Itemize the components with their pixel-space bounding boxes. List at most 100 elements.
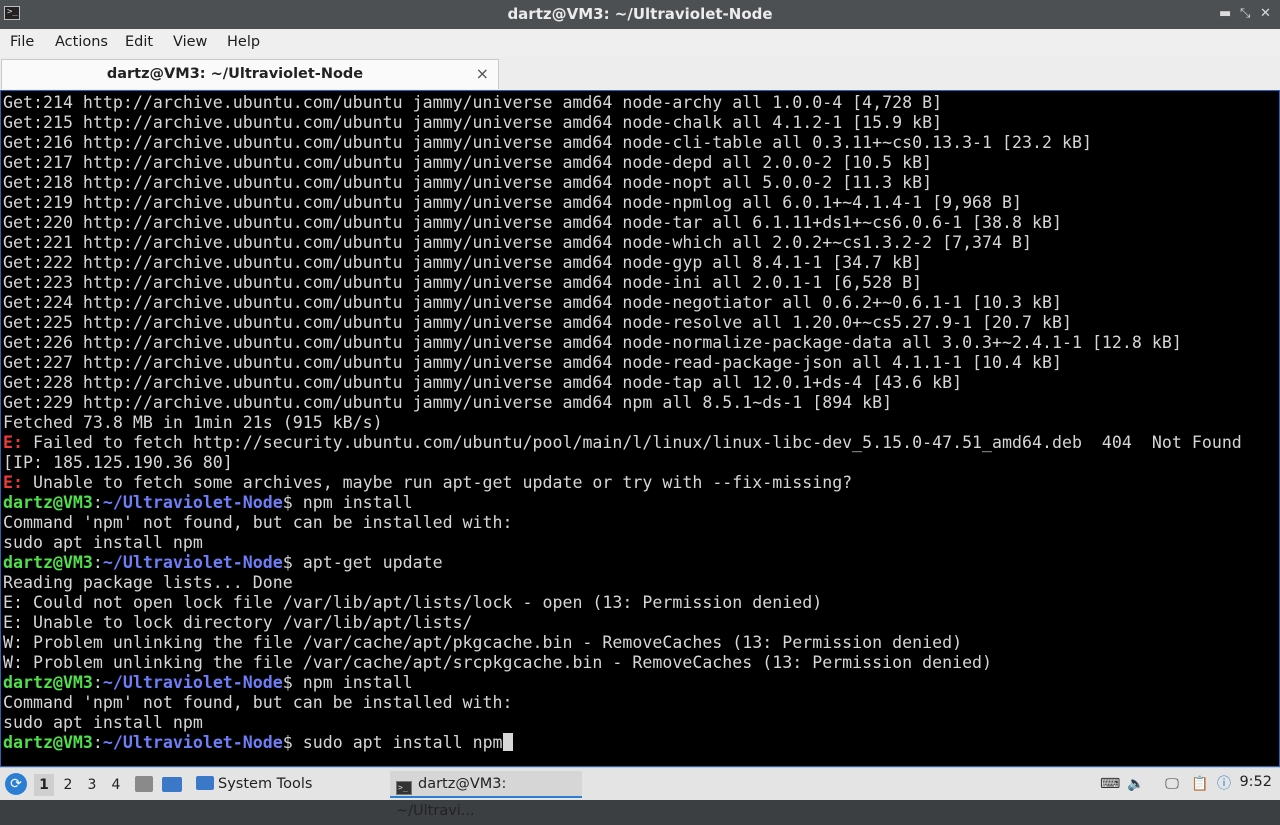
menu-view[interactable]: View (173, 34, 207, 50)
line-text: Get:223 http://archive.ubuntu.com/ubuntu… (3, 273, 923, 292)
terminal-line: Get:225 http://archive.ubuntu.com/ubuntu… (3, 313, 1242, 333)
window-titlebar[interactable]: >_ dartz@VM3: ~/Ultraviolet-Node ▬ ⤡ ✕ (0, 0, 1280, 29)
clipboard-icon[interactable]: 📋 (1191, 776, 1208, 792)
prompt-user: dartz@VM3 (3, 493, 93, 512)
terminal-line: Command 'npm' not found, but can be inst… (3, 513, 1242, 533)
prompt-symbol: $ (282, 493, 293, 512)
line-text: [IP: 185.125.190.36 80] (3, 453, 233, 472)
keyboard-icon[interactable]: ⌨ (1100, 776, 1120, 792)
start-menu-icon[interactable]: ⟳ (5, 773, 27, 795)
terminal-line: sudo apt install npm (3, 713, 1242, 733)
menu-edit[interactable]: Edit (125, 34, 153, 50)
terminal-line: dartz@VM3:~/Ultraviolet-Node$ apt-get up… (3, 553, 1242, 573)
taskbar-terminal-window[interactable]: >_ dartz@VM3: ~/Ultravi... (390, 771, 582, 819)
line-text: Failed to fetch http://security.ubuntu.c… (22, 433, 1242, 452)
prompt-separator: : (92, 733, 103, 752)
prompt-path: ~/Ultraviolet-Node (102, 553, 283, 572)
workspace-2[interactable]: 2 (58, 774, 78, 796)
menu-help[interactable]: Help (227, 34, 260, 50)
prompt-path: ~/Ultraviolet-Node (102, 493, 283, 512)
terminal-line: Get:226 http://archive.ubuntu.com/ubuntu… (3, 333, 1242, 353)
menu-file[interactable]: File (10, 34, 34, 50)
terminal-line: E: Unable to fetch some archives, maybe … (3, 473, 1242, 493)
command-text: npm install (292, 493, 413, 512)
workspace-3[interactable]: 3 (82, 774, 102, 796)
volume-icon[interactable]: 🔈 (1127, 776, 1144, 792)
terminal-line: Get:223 http://archive.ubuntu.com/ubuntu… (3, 273, 1242, 293)
line-text: Get:224 http://archive.ubuntu.com/ubuntu… (3, 293, 1062, 312)
minimize-icon[interactable]: ▬ (1219, 6, 1231, 22)
close-icon[interactable]: ✕ (1260, 6, 1271, 22)
line-text: Reading package lists... Done (3, 573, 293, 592)
terminal-icon: >_ (396, 781, 412, 795)
terminal-output[interactable]: Get:214 http://archive.ubuntu.com/ubuntu… (0, 90, 1280, 767)
terminal-line: Command 'npm' not found, but can be inst… (3, 693, 1242, 713)
terminal-line: E: Unable to lock directory /var/lib/apt… (3, 613, 1242, 633)
prompt-separator: : (92, 493, 103, 512)
menu-actions[interactable]: Actions (55, 34, 108, 50)
terminal-line: E: Failed to fetch http://security.ubunt… (3, 433, 1242, 453)
terminal-line: dartz@VM3:~/Ultraviolet-Node$ npm instal… (3, 493, 1242, 513)
line-text: Unable to fetch some archives, maybe run… (22, 473, 853, 492)
terminal-line: Get:227 http://archive.ubuntu.com/ubuntu… (3, 353, 1242, 373)
tab-close-icon[interactable]: × (476, 64, 489, 83)
workspace-1[interactable]: 1 (34, 774, 54, 796)
line-text: Command 'npm' not found, but can be inst… (3, 513, 513, 532)
line-text: Get:225 http://archive.ubuntu.com/ubuntu… (3, 313, 1072, 332)
window-title: dartz@VM3: ~/Ultraviolet-Node (507, 5, 773, 23)
error-prefix: E: (3, 433, 23, 452)
system-tools-label: System Tools (218, 776, 313, 792)
line-text: Get:221 http://archive.ubuntu.com/ubuntu… (3, 233, 1032, 252)
terminal-line: dartz@VM3:~/Ultraviolet-Node$ sudo apt i… (3, 733, 1242, 753)
prompt-separator: : (92, 673, 103, 692)
terminal-line: E: Could not open lock file /var/lib/apt… (3, 593, 1242, 613)
desktop-icon[interactable] (135, 776, 153, 792)
menu-bar: File Actions Edit View Help (0, 29, 1280, 58)
line-text: Fetched 73.8 MB in 1min 21s (915 kB/s) (3, 413, 383, 432)
line-text: Get:220 http://archive.ubuntu.com/ubuntu… (3, 213, 1062, 232)
folder-icon (196, 776, 214, 790)
terminal-line: Reading package lists... Done (3, 573, 1242, 593)
tab-label: dartz@VM3: ~/Ultraviolet-Node (106, 66, 364, 82)
terminal-line: Get:217 http://archive.ubuntu.com/ubuntu… (3, 153, 1242, 173)
network-icon[interactable]: 🖵 (1164, 776, 1180, 792)
text-cursor (502, 733, 513, 751)
line-text: E: Could not open lock file /var/lib/apt… (3, 593, 823, 612)
line-text: Get:222 http://archive.ubuntu.com/ubuntu… (3, 253, 923, 272)
terminal-line: Get:220 http://archive.ubuntu.com/ubuntu… (3, 213, 1242, 233)
command-text: npm install (292, 673, 413, 692)
terminal-line: dartz@VM3:~/Ultraviolet-Node$ npm instal… (3, 673, 1242, 693)
terminal-line: Get:214 http://archive.ubuntu.com/ubuntu… (3, 93, 1242, 113)
line-text: Get:226 http://archive.ubuntu.com/ubuntu… (3, 333, 1182, 352)
terminal-line: W: Problem unlinking the file /var/cache… (3, 633, 1242, 653)
terminal-line: Get:219 http://archive.ubuntu.com/ubuntu… (3, 193, 1242, 213)
prompt-path: ~/Ultraviolet-Node (102, 733, 283, 752)
search-icon[interactable] (1218, 776, 1234, 792)
system-tools-button[interactable]: System Tools (192, 771, 316, 798)
line-text: W: Problem unlinking the file /var/cache… (3, 633, 963, 652)
line-text: Get:214 http://archive.ubuntu.com/ubuntu… (3, 93, 943, 112)
tab-bar: dartz@VM3: ~/Ultraviolet-Node × (0, 57, 1280, 90)
line-text: Get:216 http://archive.ubuntu.com/ubuntu… (3, 133, 1092, 152)
terminal-line: Get:222 http://archive.ubuntu.com/ubuntu… (3, 253, 1242, 273)
command-text[interactable]: sudo apt install npm (293, 733, 503, 752)
prompt-symbol: $ (282, 553, 293, 572)
taskbar: ⟳ 1 2 3 4 System Tools >_ dartz@VM3: ~/Ul… (0, 767, 1280, 819)
workspace-4[interactable]: 4 (106, 774, 126, 796)
line-text: E: Unable to lock directory /var/lib/apt… (3, 613, 473, 632)
line-text: Get:217 http://archive.ubuntu.com/ubuntu… (3, 153, 933, 172)
terminal-line: Get:221 http://archive.ubuntu.com/ubuntu… (3, 233, 1242, 253)
clock[interactable]: 9:52 (1239, 774, 1272, 790)
terminal-line: Get:228 http://archive.ubuntu.com/ubuntu… (3, 373, 1242, 393)
prompt-path: ~/Ultraviolet-Node (102, 673, 283, 692)
line-text: Get:218 http://archive.ubuntu.com/ubuntu… (3, 173, 933, 192)
line-text: Get:228 http://archive.ubuntu.com/ubuntu… (3, 373, 963, 392)
window-list-icon[interactable] (162, 777, 182, 792)
terminal-line: [IP: 185.125.190.36 80] (3, 453, 1242, 473)
maximize-icon[interactable]: ⤡ (1240, 6, 1250, 22)
tab-terminal[interactable]: dartz@VM3: ~/Ultraviolet-Node × (1, 59, 499, 89)
prompt-user: dartz@VM3 (3, 673, 93, 692)
line-text: Get:229 http://archive.ubuntu.com/ubuntu… (3, 393, 893, 412)
line-text: sudo apt install npm (3, 533, 203, 552)
command-text: apt-get update (292, 553, 443, 572)
